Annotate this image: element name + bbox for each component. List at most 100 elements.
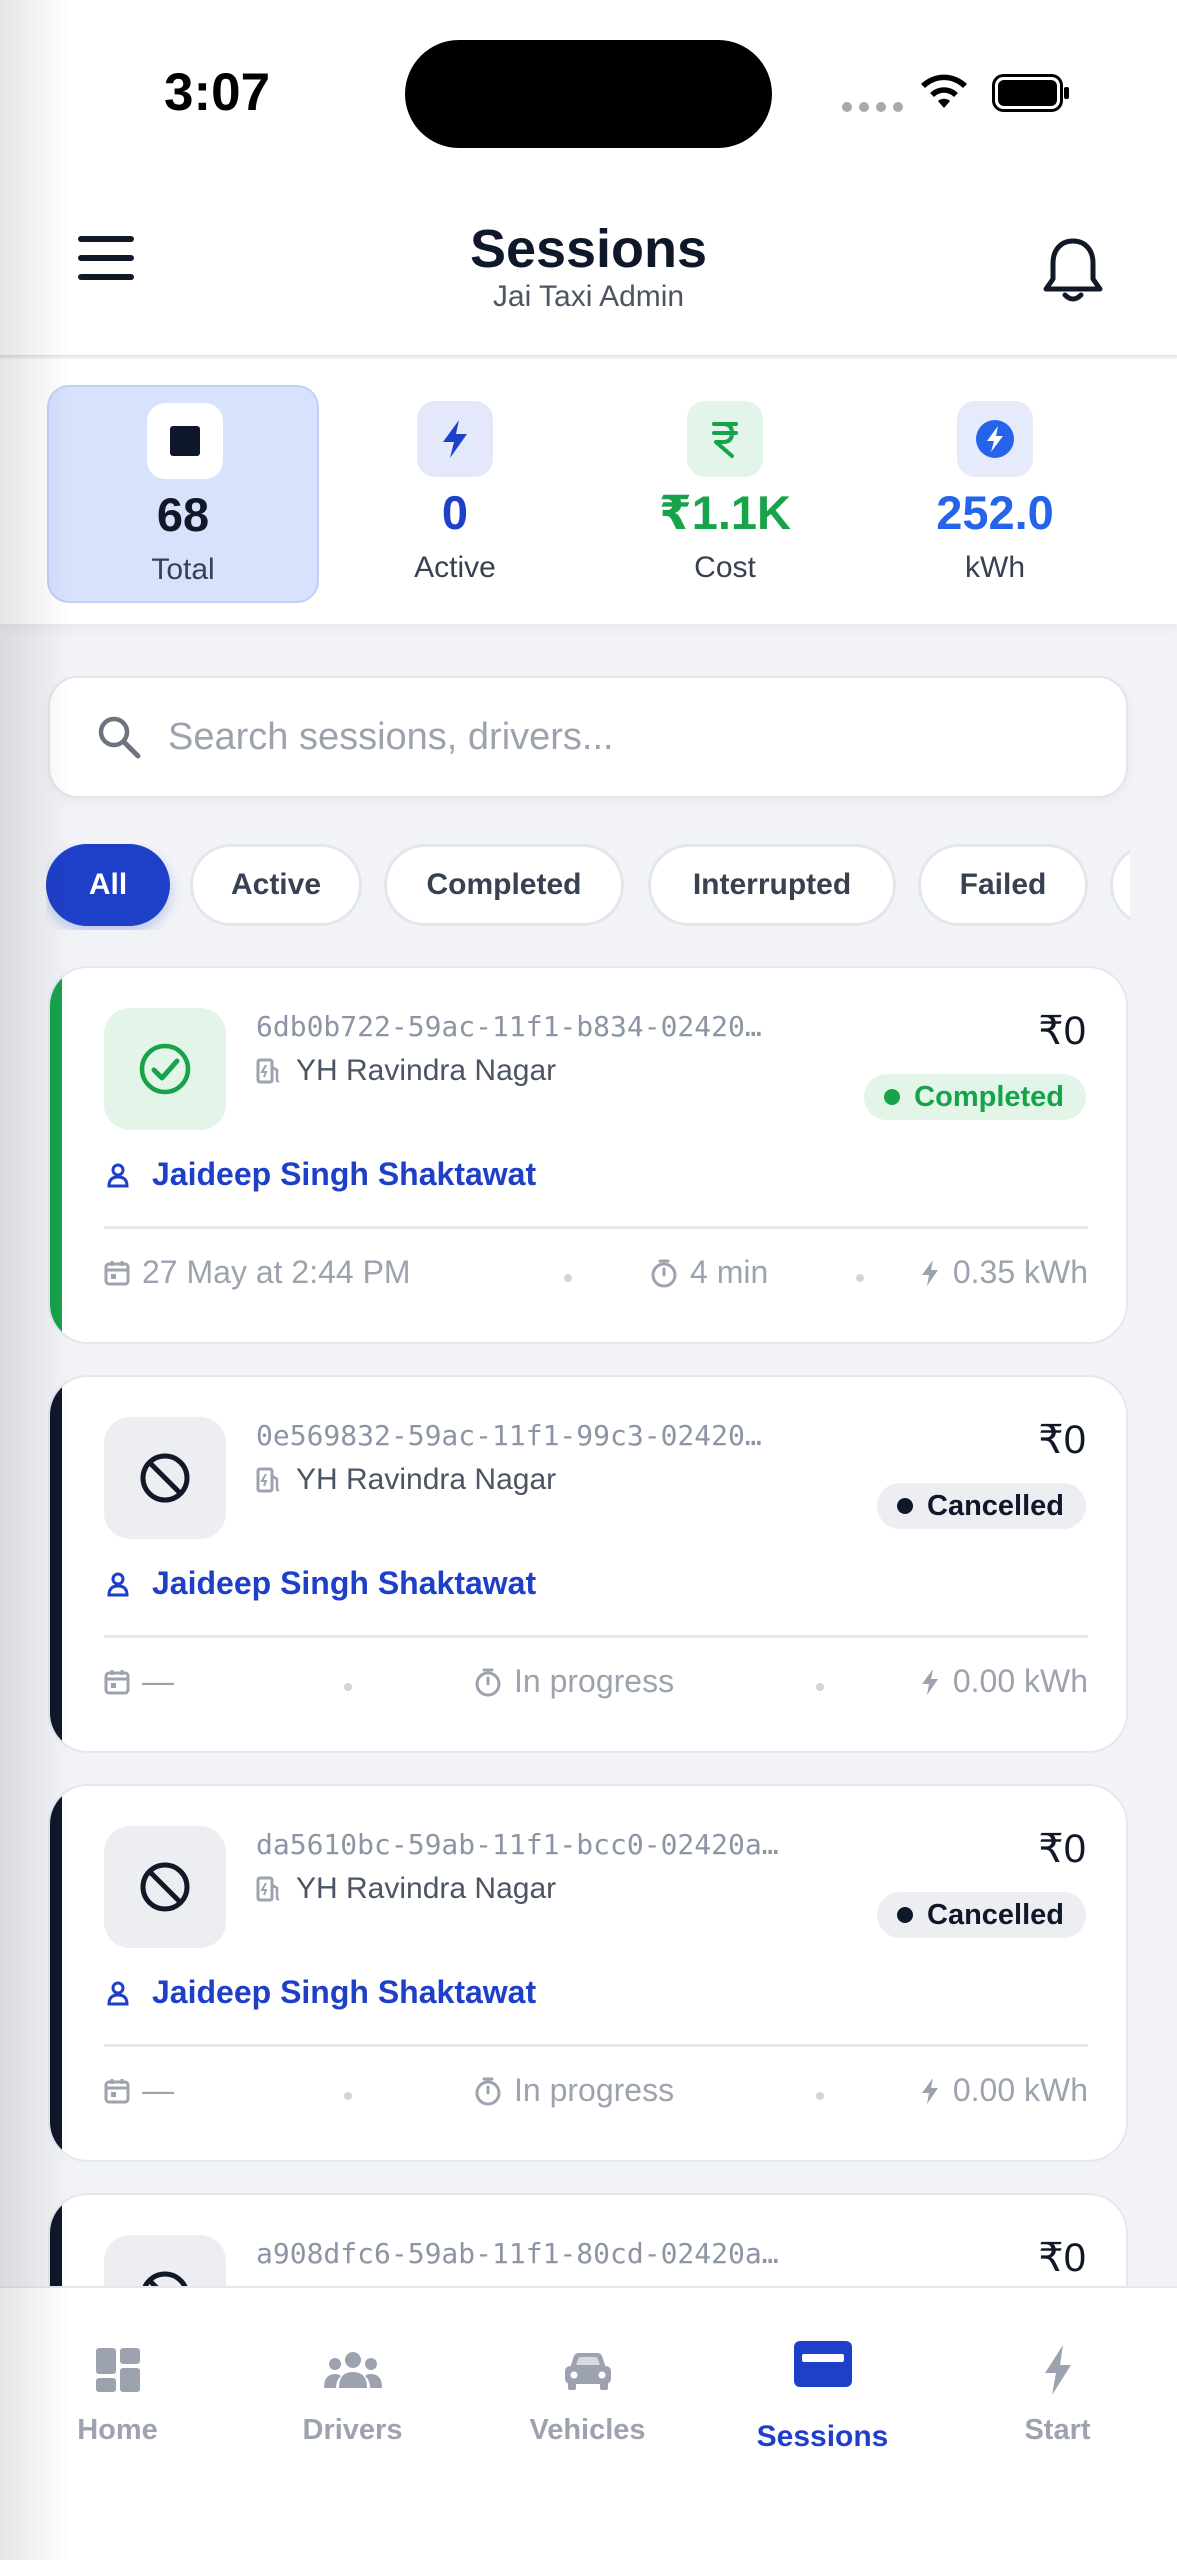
- person-icon: [107, 1163, 129, 1187]
- timer-icon: [651, 1259, 677, 1287]
- person-icon: [107, 1981, 129, 2005]
- station-label: YH Ravindra Nagar: [296, 1054, 557, 1087]
- energy-bolt-icon: [957, 401, 1033, 477]
- rupee-icon: [687, 401, 763, 477]
- bolt-icon: [921, 1668, 938, 1695]
- session-card[interactable]: 6db0b722-59ac-11f1-b834-02420… YH Ravind…: [48, 966, 1128, 1344]
- app-header: Sessions Jai Taxi Admin: [0, 180, 1177, 357]
- bell-icon[interactable]: [1040, 235, 1106, 307]
- nav-item-vehicles[interactable]: Vehicles: [470, 2288, 705, 2488]
- car-icon: [470, 2340, 705, 2400]
- session-amount: ₹0: [1038, 2236, 1086, 2280]
- meta-energy: 0.35 kWh: [919, 1254, 1088, 1291]
- session-id: da5610bc-59ab-11f1-bcc0-02420a…: [256, 1828, 779, 1861]
- status-badge: Completed: [864, 1074, 1086, 1120]
- bolt-icon: [417, 401, 493, 477]
- search-input[interactable]: [168, 704, 1088, 770]
- session-id: 0e569832-59ac-11f1-99c3-02420…: [256, 1419, 762, 1452]
- driver-link[interactable]: Jaideep Singh Shaktawat: [106, 1974, 536, 2011]
- driver-link[interactable]: Jaideep Singh Shaktawat: [106, 1565, 536, 1602]
- stat-label: Cost: [694, 551, 756, 584]
- nav-label: Vehicles: [529, 2414, 646, 2446]
- card-icon: [705, 2334, 940, 2394]
- divider: [104, 1226, 1088, 1229]
- driver-name: Jaideep Singh Shaktawat: [152, 1565, 537, 1601]
- session-meta: — In progress 0.00 kWh: [104, 2072, 1088, 2122]
- status-label: Cancelled: [927, 1898, 1064, 1931]
- card-accent: [50, 968, 62, 1342]
- wifi-icon: [921, 74, 967, 108]
- session-card[interactable]: 0e569832-59ac-11f1-99c3-02420… YH Ravind…: [48, 1375, 1128, 1753]
- nav-item-home[interactable]: Home: [0, 2288, 235, 2488]
- nav-item-start[interactable]: Start: [940, 2288, 1175, 2488]
- session-meta: — In progress 0.00 kWh: [104, 1663, 1088, 1713]
- filter-chip-failed[interactable]: Failed: [918, 844, 1088, 926]
- status-time: 3:07: [164, 63, 271, 122]
- calendar-icon: [104, 1669, 130, 1694]
- filter-chip-all[interactable]: All: [46, 844, 170, 926]
- session-energy: 0.00 kWh: [952, 2072, 1088, 2108]
- dynamic-island: [405, 40, 772, 148]
- nav-label: Sessions: [756, 2420, 889, 2453]
- filter-chip-completed[interactable]: Completed: [384, 844, 624, 926]
- calendar-icon: [104, 1260, 130, 1285]
- meta-date: —: [104, 2072, 174, 2109]
- stat-active[interactable]: 0 Active: [319, 385, 591, 603]
- nav-item-sessions[interactable]: Sessions: [705, 2288, 940, 2488]
- page-subtitle: Jai Taxi Admin: [492, 280, 685, 313]
- stat-total[interactable]: 68 Total: [47, 385, 319, 603]
- session-date: 27 May at 2:44 PM: [142, 1254, 411, 1290]
- station-label: YH Ravindra Nagar: [296, 1872, 557, 1905]
- bolt-icon: [921, 2077, 938, 2104]
- filter-chip-active[interactable]: Active: [190, 844, 362, 926]
- session-energy: 0.35 kWh: [952, 1254, 1088, 1290]
- search-bar[interactable]: [48, 676, 1128, 798]
- bolt-icon: [940, 2340, 1175, 2400]
- stat-label: kWh: [965, 551, 1025, 584]
- stat-label: Active: [414, 551, 496, 584]
- nav-label: Start: [1024, 2414, 1091, 2446]
- timer-icon: [475, 2077, 501, 2105]
- stats-bar: 68 Total 0 Active ₹1.1K Cost 252.0 kWh: [0, 359, 1177, 624]
- ev-station-icon: [256, 1058, 280, 1084]
- status-label: Cancelled: [927, 1489, 1064, 1522]
- card-accent: [50, 1786, 62, 2160]
- bottom-nav: Home Drivers Vehicles Sessions Start: [0, 2286, 1177, 2560]
- station-label: YH Ravindra Nagar: [296, 1463, 557, 1496]
- stat-cost[interactable]: ₹1.1K Cost: [589, 385, 861, 603]
- driver-link[interactable]: Jaideep Singh Shaktawat: [106, 1156, 536, 1193]
- meta-duration: In progress: [474, 2072, 674, 2109]
- battery-icon: [992, 74, 1069, 112]
- nav-item-drivers[interactable]: Drivers: [235, 2288, 470, 2488]
- session-date: —: [142, 1663, 174, 1699]
- session-duration: In progress: [514, 1663, 675, 1699]
- timer-icon: [475, 1668, 501, 1696]
- session-id: 6db0b722-59ac-11f1-b834-02420…: [256, 1010, 762, 1043]
- check-circle-icon: [104, 1008, 226, 1130]
- station-name: YH Ravindra Nagar: [256, 1054, 556, 1088]
- dashboard-icon: [0, 2340, 235, 2400]
- divider: [104, 2044, 1088, 2047]
- driver-name: Jaideep Singh Shaktawat: [152, 1156, 537, 1192]
- card-accent: [50, 1377, 62, 1751]
- filter-chip-interrupted[interactable]: Interrupted: [648, 844, 896, 926]
- ev-station-icon: [256, 1467, 280, 1493]
- bolt-icon: [921, 1259, 938, 1286]
- stop-square-icon: [147, 403, 223, 479]
- station-name: YH Ravindra Nagar: [256, 1872, 556, 1906]
- session-card[interactable]: da5610bc-59ab-11f1-bcc0-02420a… YH Ravin…: [48, 1784, 1128, 2162]
- meta-energy: 0.00 kWh: [919, 1663, 1088, 1700]
- cancel-icon: [104, 1826, 226, 1948]
- stat-value: 252.0: [936, 486, 1054, 539]
- session-amount: ₹0: [1038, 1827, 1086, 1871]
- meta-date: 27 May at 2:44 PM: [104, 1254, 411, 1291]
- stat-kwh[interactable]: 252.0 kWh: [859, 385, 1131, 603]
- status-bar: 3:07: [0, 0, 1177, 180]
- session-amount: ₹0: [1038, 1418, 1086, 1462]
- status-label: Completed: [914, 1080, 1064, 1113]
- signal-icon: [842, 102, 903, 112]
- filter-chip-more[interactable]: [1110, 844, 1130, 926]
- meta-duration: In progress: [474, 1663, 674, 1700]
- divider: [104, 1635, 1088, 1638]
- people-icon: [235, 2340, 470, 2400]
